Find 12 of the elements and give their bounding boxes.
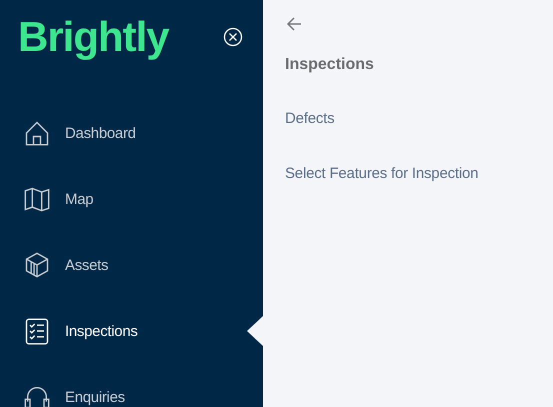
- nav-item[interactable]: Enquiries: [0, 382, 263, 407]
- panel-title: Inspections: [285, 56, 375, 74]
- nav-item[interactable]: Dashboard: [0, 118, 263, 148]
- brightly-logo[interactable]: Brightly: [18, 13, 169, 61]
- nav-item[interactable]: Assets: [0, 250, 263, 280]
- submenu-link[interactable]: Select Features for Inspection: [285, 165, 531, 182]
- box-icon: [23, 250, 51, 280]
- back-arrow-icon[interactable]: [286, 16, 302, 32]
- checklist-icon: [23, 316, 51, 346]
- submenu-link[interactable]: Defects: [285, 110, 531, 127]
- nav-item[interactable]: Map: [0, 184, 263, 214]
- close-icon[interactable]: [223, 27, 243, 47]
